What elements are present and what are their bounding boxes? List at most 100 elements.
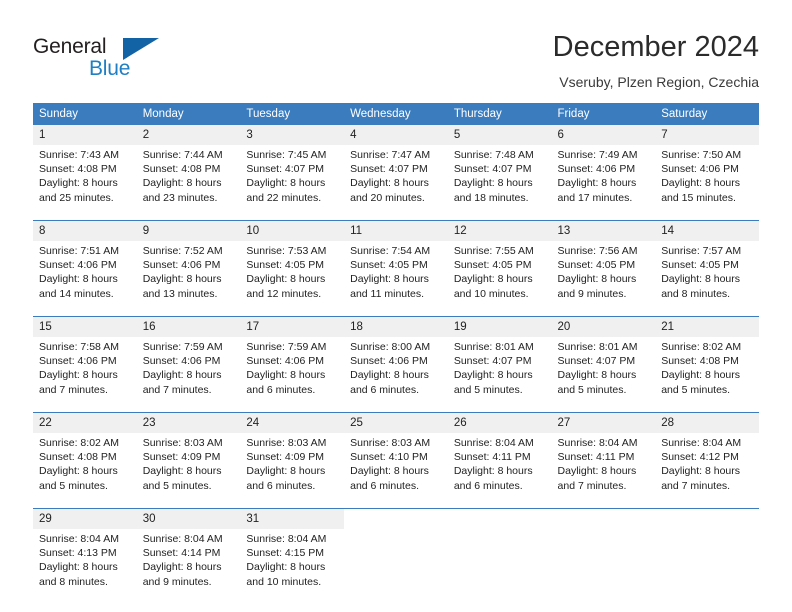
day-cell[interactable]: Sunrise: 8:04 AM Sunset: 4:13 PM Dayligh… — [33, 529, 137, 604]
day-number[interactable]: 16 — [136, 316, 241, 337]
sunset-text: Sunset: 4:14 PM — [142, 547, 221, 560]
daylight-text-line2: and 17 minutes. — [557, 191, 633, 204]
day-number[interactable]: 9 — [136, 220, 241, 241]
daylight-text-line2: and 23 minutes. — [142, 191, 218, 204]
daylight-text-line2: and 5 minutes. — [39, 479, 108, 492]
day-cell[interactable]: Sunrise: 7:54 AM Sunset: 4:05 PM Dayligh… — [344, 241, 448, 317]
day-number[interactable]: 13 — [551, 220, 656, 241]
day-number[interactable]: 27 — [551, 412, 656, 433]
day-number[interactable]: 10 — [240, 220, 345, 241]
sunrise-text: Sunrise: 7:48 AM — [453, 149, 534, 161]
day-number[interactable]: 4 — [344, 125, 448, 145]
sunrise-text: Sunrise: 8:03 AM — [246, 437, 327, 449]
day-cell[interactable]: Sunrise: 7:58 AM Sunset: 4:06 PM Dayligh… — [33, 337, 137, 413]
day-number[interactable]: 15 — [33, 316, 137, 337]
day-cell[interactable]: Sunrise: 8:04 AM Sunset: 4:12 PM Dayligh… — [655, 433, 759, 509]
day-cell[interactable]: Sunrise: 8:04 AM Sunset: 4:14 PM Dayligh… — [136, 529, 241, 604]
sunset-text: Sunset: 4:06 PM — [661, 163, 739, 176]
day-cell[interactable]: Sunrise: 7:44 AM Sunset: 4:08 PM Dayligh… — [136, 145, 241, 221]
daylight-text-line2: and 6 minutes. — [246, 383, 316, 396]
day-number[interactable]: 22 — [33, 412, 137, 433]
day-number[interactable]: 2 — [136, 125, 241, 145]
day-number[interactable]: 26 — [447, 412, 552, 433]
day-cell[interactable]: Sunrise: 8:01 AM Sunset: 4:07 PM Dayligh… — [551, 337, 656, 413]
day-number[interactable]: 19 — [447, 316, 552, 337]
day-cell[interactable]: Sunrise: 7:57 AM Sunset: 4:05 PM Dayligh… — [655, 241, 759, 317]
day-cell[interactable]: Sunrise: 7:59 AM Sunset: 4:06 PM Dayligh… — [136, 337, 241, 413]
day-cell[interactable]: Sunrise: 8:04 AM Sunset: 4:11 PM Dayligh… — [551, 433, 656, 509]
daylight-text-line1: Daylight: 8 hours — [246, 465, 326, 478]
day-number[interactable]: 5 — [447, 125, 552, 145]
day-cell[interactable]: Sunrise: 7:45 AM Sunset: 4:07 PM Dayligh… — [240, 145, 345, 221]
sunset-text: Sunset: 4:08 PM — [39, 451, 117, 464]
weekday-header-wednesday: Wednesday — [344, 103, 448, 125]
daylight-text-line2: and 5 minutes. — [142, 479, 212, 492]
day-number[interactable]: 3 — [240, 125, 345, 145]
day-number[interactable]: 30 — [136, 508, 241, 529]
sunrise-text: Sunrise: 7:57 AM — [661, 245, 742, 257]
day-number[interactable]: 11 — [344, 220, 448, 241]
sunset-text: Sunset: 4:12 PM — [661, 451, 739, 464]
day-number[interactable]: 23 — [136, 412, 241, 433]
sunrise-text: Sunrise: 8:03 AM — [142, 437, 223, 449]
day-cell[interactable]: Sunrise: 8:03 AM Sunset: 4:10 PM Dayligh… — [344, 433, 448, 509]
sunset-text: Sunset: 4:06 PM — [142, 355, 221, 368]
day-number[interactable]: 17 — [240, 316, 345, 337]
week-row-daynumbers: 8 9 10 11 12 13 14 — [33, 220, 759, 241]
day-number[interactable]: 29 — [33, 508, 137, 529]
daylight-text-line1: Daylight: 8 hours — [246, 177, 326, 190]
sunset-text: Sunset: 4:07 PM — [350, 163, 428, 176]
day-cell[interactable]: Sunrise: 7:49 AM Sunset: 4:06 PM Dayligh… — [551, 145, 656, 221]
daylight-text-line1: Daylight: 8 hours — [350, 273, 429, 286]
day-number[interactable]: 18 — [344, 316, 448, 337]
day-number[interactable]: 7 — [655, 125, 759, 145]
day-cell[interactable]: Sunrise: 8:04 AM Sunset: 4:15 PM Dayligh… — [240, 529, 345, 604]
day-cell[interactable]: Sunrise: 8:00 AM Sunset: 4:06 PM Dayligh… — [344, 337, 448, 413]
day-cell[interactable]: Sunrise: 7:47 AM Sunset: 4:07 PM Dayligh… — [344, 145, 448, 221]
day-cell[interactable]: Sunrise: 8:02 AM Sunset: 4:08 PM Dayligh… — [33, 433, 137, 509]
day-cell[interactable]: Sunrise: 7:51 AM Sunset: 4:06 PM Dayligh… — [33, 241, 137, 317]
day-number-empty — [551, 508, 656, 529]
day-cell[interactable]: Sunrise: 8:03 AM Sunset: 4:09 PM Dayligh… — [136, 433, 241, 509]
sunrise-text: Sunrise: 8:02 AM — [39, 437, 119, 449]
daylight-text-line1: Daylight: 8 hours — [350, 369, 429, 382]
day-number[interactable]: 6 — [551, 125, 656, 145]
daylight-text-line1: Daylight: 8 hours — [350, 177, 429, 190]
day-cell[interactable]: Sunrise: 7:59 AM Sunset: 4:06 PM Dayligh… — [240, 337, 345, 413]
day-number[interactable]: 25 — [344, 412, 448, 433]
day-cell[interactable]: Sunrise: 7:52 AM Sunset: 4:06 PM Dayligh… — [136, 241, 241, 317]
day-cell[interactable]: Sunrise: 8:03 AM Sunset: 4:09 PM Dayligh… — [240, 433, 345, 509]
sunrise-text: Sunrise: 7:52 AM — [142, 245, 223, 257]
day-cell[interactable]: Sunrise: 7:48 AM Sunset: 4:07 PM Dayligh… — [447, 145, 552, 221]
sunrise-text: Sunrise: 8:01 AM — [557, 341, 638, 353]
day-number[interactable]: 31 — [240, 508, 345, 529]
week-row-details: Sunrise: 8:02 AM Sunset: 4:08 PM Dayligh… — [33, 433, 759, 509]
weekday-header-monday: Monday — [136, 103, 241, 125]
day-cell[interactable]: Sunrise: 8:01 AM Sunset: 4:07 PM Dayligh… — [447, 337, 552, 413]
day-cell[interactable]: Sunrise: 8:02 AM Sunset: 4:08 PM Dayligh… — [655, 337, 759, 413]
day-number[interactable]: 20 — [551, 316, 656, 337]
day-number-empty — [655, 508, 759, 529]
general-blue-logo[interactable]: General Blue — [33, 36, 263, 86]
day-cell[interactable]: Sunrise: 8:04 AM Sunset: 4:11 PM Dayligh… — [447, 433, 552, 509]
day-cell[interactable]: Sunrise: 7:50 AM Sunset: 4:06 PM Dayligh… — [655, 145, 759, 221]
daylight-text-line1: Daylight: 8 hours — [246, 273, 326, 286]
day-number[interactable]: 21 — [655, 316, 759, 337]
sunset-text: Sunset: 4:05 PM — [246, 259, 325, 272]
day-number[interactable]: 12 — [447, 220, 552, 241]
day-cell[interactable]: Sunrise: 7:53 AM Sunset: 4:05 PM Dayligh… — [240, 241, 345, 317]
day-cell[interactable]: Sunrise: 7:56 AM Sunset: 4:05 PM Dayligh… — [551, 241, 656, 317]
sunrise-text: Sunrise: 8:04 AM — [246, 533, 327, 545]
day-number[interactable]: 14 — [655, 220, 759, 241]
daylight-text-line2: and 7 minutes. — [557, 479, 627, 492]
daylight-text-line2: and 8 minutes. — [39, 575, 108, 588]
day-cell[interactable]: Sunrise: 7:55 AM Sunset: 4:05 PM Dayligh… — [447, 241, 552, 317]
daylight-text-line2: and 15 minutes. — [661, 191, 736, 204]
day-number[interactable]: 24 — [240, 412, 345, 433]
daylight-text-line1: Daylight: 8 hours — [557, 177, 637, 190]
page-header: General Blue December 2024 Vseruby, Plze… — [0, 0, 792, 100]
day-number[interactable]: 28 — [655, 412, 759, 433]
day-cell[interactable]: Sunrise: 7:43 AM Sunset: 4:08 PM Dayligh… — [33, 145, 137, 221]
day-number[interactable]: 1 — [33, 125, 137, 145]
day-number[interactable]: 8 — [33, 220, 137, 241]
